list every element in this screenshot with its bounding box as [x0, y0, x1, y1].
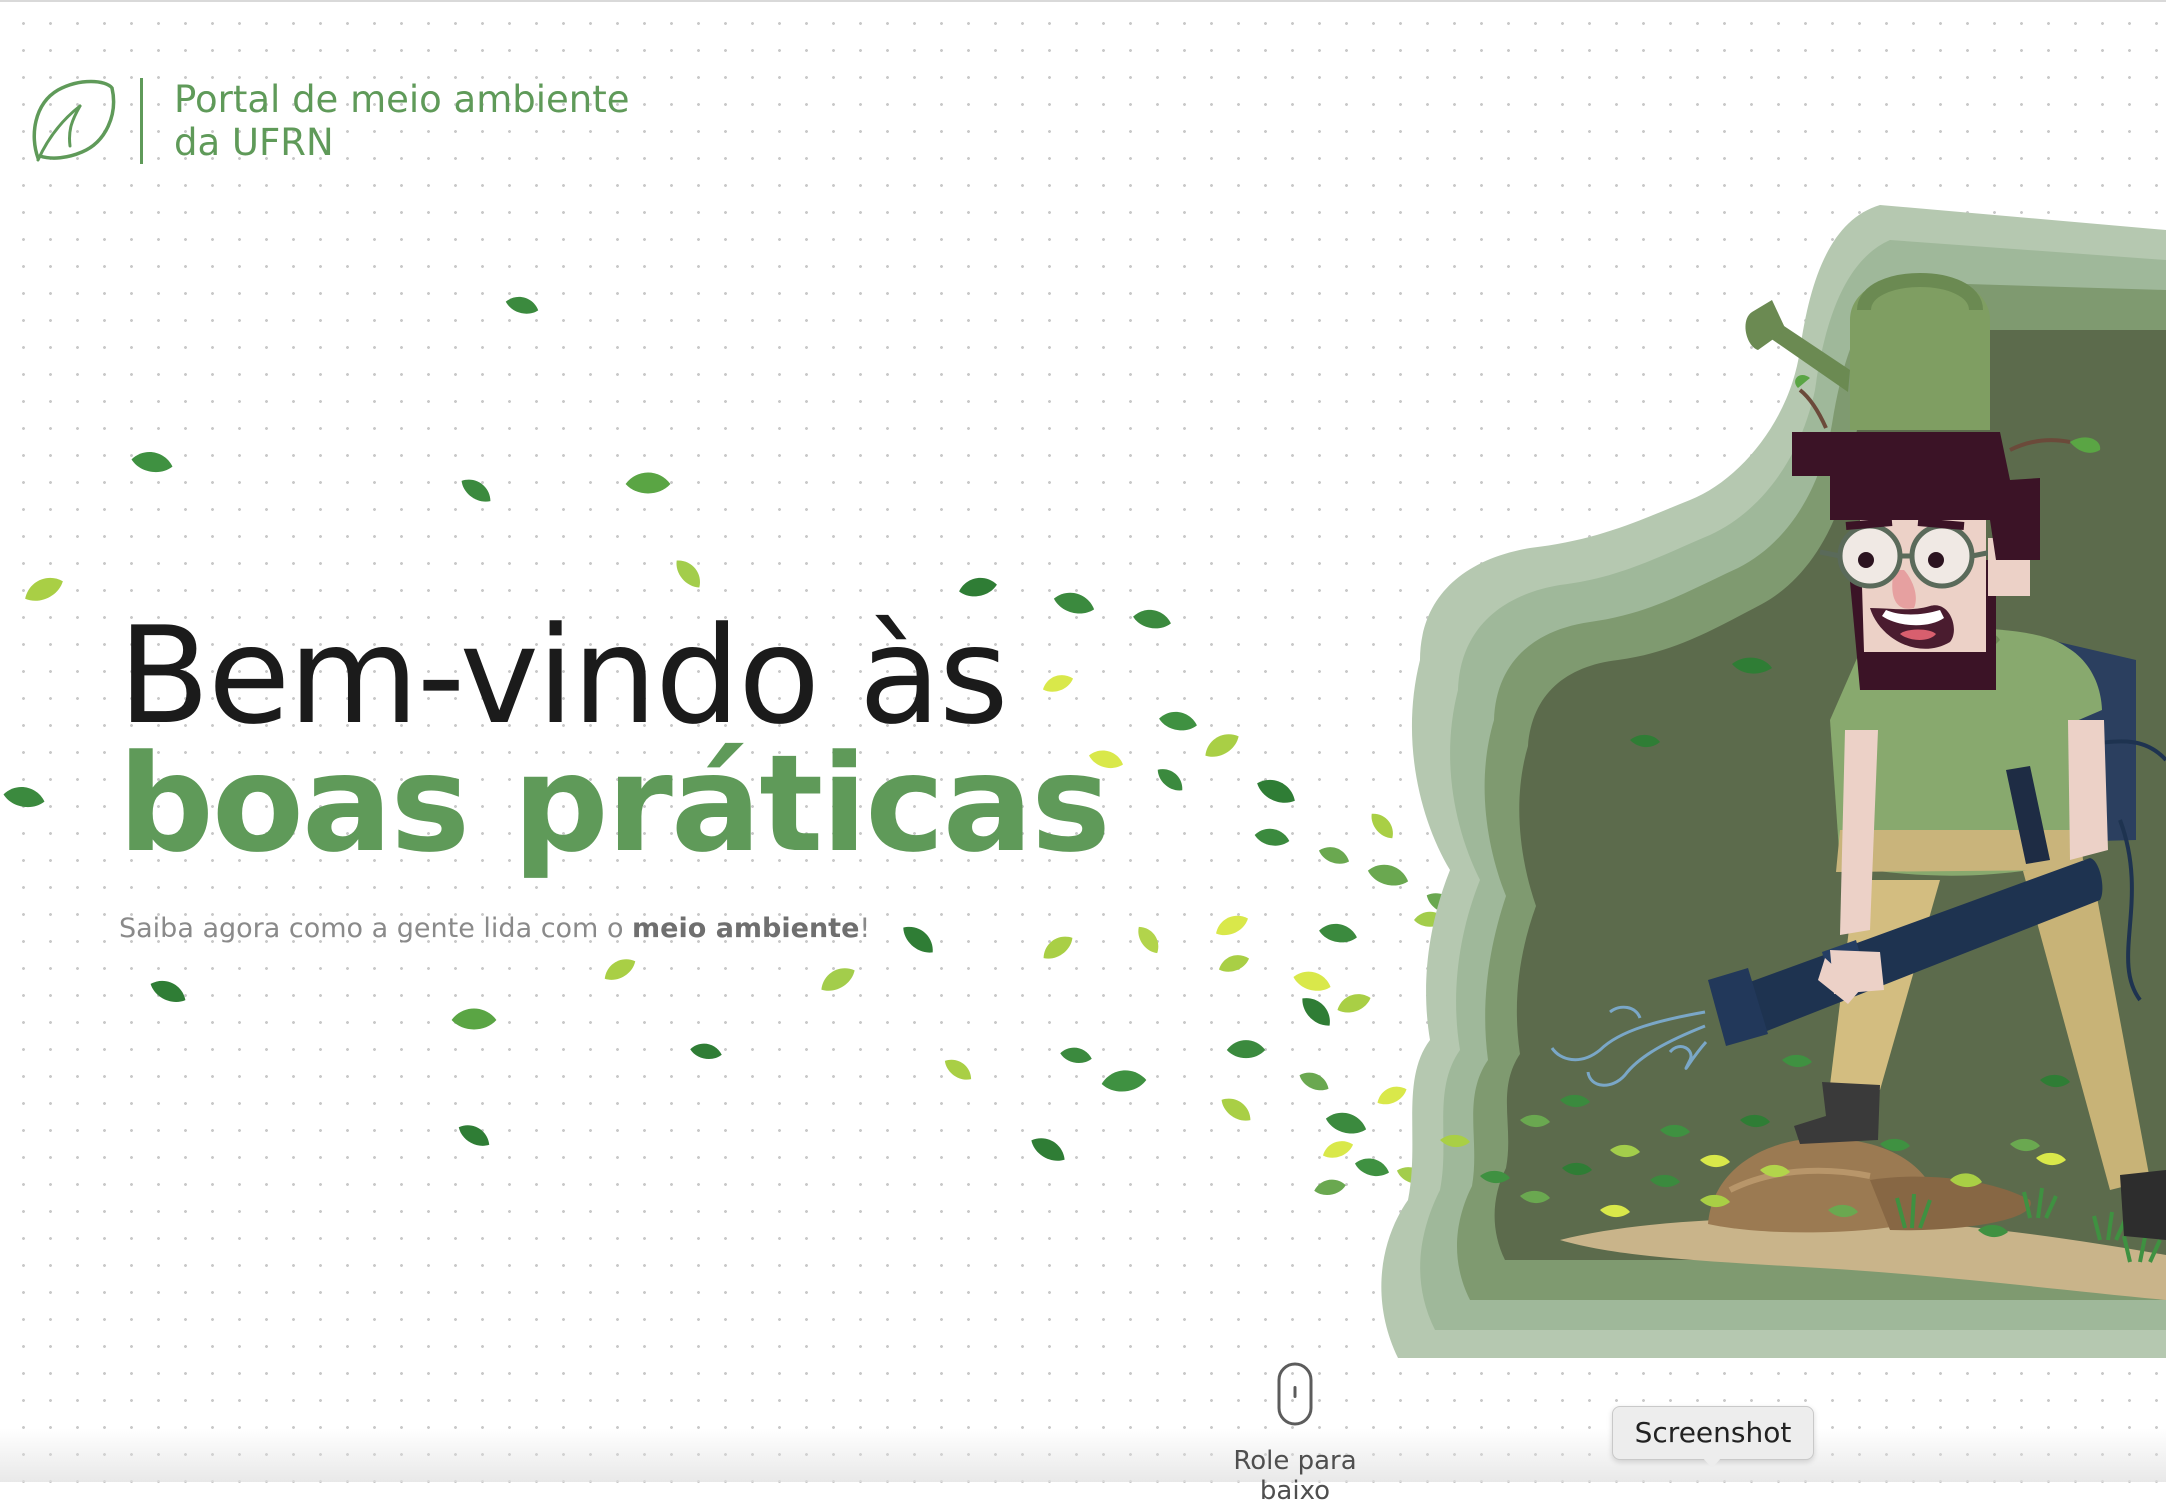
hero-subtitle-end: !: [859, 913, 871, 944]
hero-subtitle-emphasis: meio ambiente: [632, 913, 860, 944]
hero-subtitle: Saiba agora como a gente lida com o meio…: [119, 913, 870, 944]
scroll-down-hint[interactable]: Role para baixo: [1195, 1358, 1395, 1506]
screenshot-tooltip: Screenshot: [1612, 1406, 1814, 1460]
scroll-down-label: Role para baixo: [1233, 1446, 1357, 1506]
gardener-leaf-blower-illustration: [1381, 205, 2166, 1358]
bottom-shadow: [0, 1428, 2166, 1482]
hero-title: Bem-vindo às boas práticas: [118, 598, 1111, 882]
mouse-scroll-icon: [1277, 1362, 1313, 1426]
hero-title-line1: Bem-vindo às: [118, 598, 1009, 754]
hero-subtitle-text: Saiba agora como a gente lida com o: [119, 913, 633, 944]
tooltip-arrow: [1701, 1456, 1723, 1468]
hero-title-line2: boas práticas: [118, 726, 1111, 882]
